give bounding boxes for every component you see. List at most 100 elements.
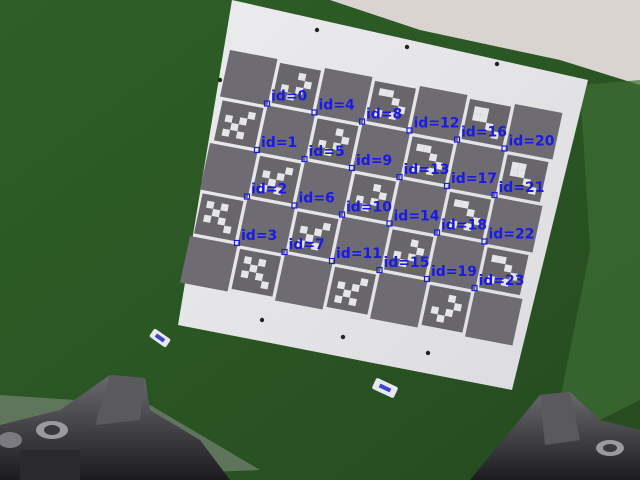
aruco-cell	[518, 162, 527, 172]
aruco-cell	[410, 239, 419, 248]
aruco-cell	[480, 107, 490, 116]
aruco-cell	[416, 143, 425, 152]
board-square	[465, 290, 523, 346]
aruco-cell	[313, 228, 323, 237]
aruco-cell	[453, 303, 462, 312]
marker-label: id=7	[289, 237, 325, 253]
aruco-cell	[220, 203, 229, 212]
aruco-cell	[235, 131, 245, 140]
aruco-cell	[447, 294, 457, 304]
board-square	[275, 254, 333, 310]
board-dot	[217, 77, 223, 83]
aruco-cell	[444, 308, 454, 318]
aruco-cell	[453, 199, 463, 208]
aruco-cell	[359, 278, 369, 287]
aruco-cell	[479, 114, 488, 123]
charuco-scene: id=0 id=1 id=2 id=3 id=4 id=5 id=6 id=7 id=8 id=9…	[0, 0, 640, 480]
marker-label: id=17	[451, 171, 497, 187]
board-dot	[259, 317, 265, 323]
aruco-cell	[276, 172, 285, 182]
board-square	[505, 104, 563, 160]
aruco-cell	[503, 264, 513, 273]
aruco-cell	[472, 113, 481, 122]
aruco-cell	[498, 256, 507, 265]
board-dot	[425, 350, 431, 356]
aruco-cell	[334, 295, 343, 304]
marker-label: id=5	[309, 144, 345, 160]
aruco-cell	[372, 183, 382, 193]
aruco-cell	[224, 114, 234, 123]
aruco-cell	[428, 153, 438, 162]
aruco-cell	[230, 122, 239, 132]
marker-label: id=23	[479, 273, 525, 289]
marker-label: id=2	[251, 182, 287, 198]
marker-label: id=4	[319, 98, 356, 114]
aruco-cell	[511, 161, 520, 170]
aruco-cell	[254, 272, 264, 282]
marker-label: id=15	[384, 255, 430, 271]
aruco-cell	[460, 200, 470, 209]
board-square	[485, 197, 543, 253]
aruco-cell	[491, 254, 500, 263]
board-square	[220, 50, 278, 106]
aruco-cell	[243, 256, 253, 265]
board-square	[332, 216, 390, 272]
aruco-marker	[214, 100, 264, 149]
board-square	[410, 86, 468, 142]
aruco-cell	[203, 214, 212, 223]
aruco-cell	[351, 283, 360, 293]
marker-label: id=9	[356, 153, 392, 169]
aruco-cell	[247, 111, 256, 120]
board-square	[427, 234, 485, 290]
aruco-cell	[337, 281, 346, 290]
marker-label: id=11	[336, 246, 382, 262]
camera-photo: id=0 id=1 id=2 id=3 id=4 id=5 id=6 id=7 id=8 id=9…	[0, 0, 640, 480]
board-square	[257, 105, 315, 161]
aruco-cell	[391, 97, 400, 107]
aruco-cell	[342, 289, 352, 298]
aruco-cell	[348, 297, 357, 307]
aruco-cell	[221, 128, 231, 137]
board-dot	[314, 27, 320, 33]
aruco-cell	[297, 72, 307, 82]
marker-label: id=8	[366, 107, 402, 123]
marker-label: id=22	[489, 227, 535, 243]
board-square	[237, 198, 295, 254]
marker-label: id=14	[394, 209, 440, 225]
aruco-cell	[217, 217, 226, 226]
board-square	[315, 68, 373, 124]
board-dot	[340, 334, 346, 340]
aruco-cell	[335, 128, 344, 137]
marker-label: id=10	[346, 200, 392, 216]
aruco-cell	[257, 258, 267, 268]
marker-label: id=18	[441, 218, 487, 234]
aruco-cell	[211, 208, 221, 218]
marker-label: id=1	[261, 135, 297, 151]
aruco-cell	[423, 144, 432, 154]
aruco-cell	[473, 106, 483, 115]
aruco-cell	[516, 169, 526, 179]
aruco-marker	[326, 266, 376, 315]
board-square	[390, 179, 448, 235]
marker-label: id=21	[499, 180, 545, 196]
board-dot	[404, 44, 410, 50]
aruco-cell	[299, 225, 309, 234]
board-square	[295, 161, 353, 217]
aruco-cell	[466, 208, 475, 218]
marker-label: id=3	[241, 228, 277, 244]
marker-label: id=6	[299, 191, 335, 207]
aruco-cell	[206, 200, 215, 209]
aruco-cell	[222, 225, 232, 234]
aruco-cell	[436, 314, 445, 323]
aruco-cell	[509, 168, 519, 177]
marker-label: id=16	[461, 125, 507, 141]
aruco-cell	[238, 117, 248, 126]
marker-label: id=13	[404, 162, 450, 178]
aruco-cell	[378, 88, 388, 97]
aruco-marker	[421, 284, 471, 333]
aruco-cell	[385, 89, 395, 98]
aruco-cell	[249, 264, 258, 273]
board-square	[447, 141, 505, 197]
marker-label: id=12	[414, 116, 460, 132]
board-square	[370, 272, 428, 328]
